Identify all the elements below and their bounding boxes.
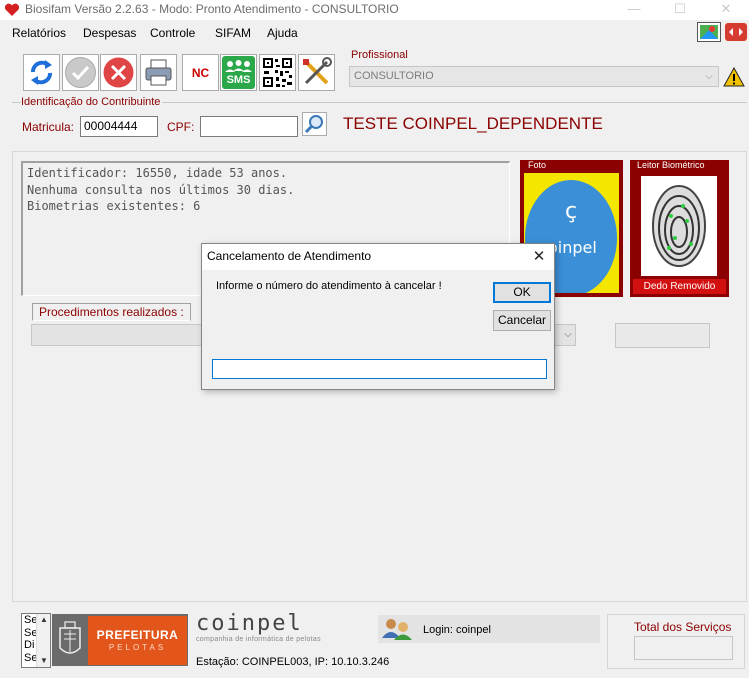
patient-name: TESTE COINPEL_DEPENDENTE [343, 114, 603, 133]
listbox-scrollbar[interactable]: ▲ ▼ [36, 614, 50, 667]
tools-button[interactable] [298, 54, 335, 91]
coinpel-subtitle: companhia de informática de pelotas [196, 636, 321, 643]
confirm-button[interactable] [62, 54, 99, 91]
profissional-label: Profissional [351, 49, 408, 61]
procedimentos-value-field[interactable] [615, 323, 710, 348]
chevron-down-icon[interactable]: ⌵ [700, 67, 718, 86]
cancel-icon [103, 57, 134, 88]
pelotas-text: PELOTAS [108, 643, 167, 652]
nc-label: NC [191, 65, 210, 80]
search-button[interactable] [302, 112, 327, 136]
fingerprint-icon [652, 185, 706, 267]
leitor-status: Dedo Removido [633, 279, 726, 294]
svg-text:ç: ç [565, 199, 577, 224]
fingerprint-image [641, 176, 717, 276]
dialog-title: Cancelamento de Atendimento [202, 244, 554, 270]
warning-icon[interactable] [723, 66, 745, 88]
cpf-input[interactable] [200, 116, 298, 137]
info-line: Biometrias existentes: 6 [27, 199, 201, 213]
close-window-button[interactable]: ✕ [703, 0, 749, 20]
users-icon [382, 619, 412, 640]
city-crest-icon [59, 621, 81, 654]
printer-icon [145, 59, 172, 86]
menu-relatorios[interactable]: Relatórios [12, 26, 66, 40]
matricula-input[interactable]: 00004444 [80, 116, 158, 137]
station-info: Estação: COINPEL003, IP: 10.10.3.246 [196, 656, 390, 668]
procedimentos-label: Procedimentos realizados : [32, 303, 191, 321]
qrcode-button[interactable] [259, 54, 296, 91]
minimize-button[interactable]: — [611, 0, 657, 20]
scroll-up-icon[interactable]: ▲ [37, 614, 51, 626]
coinpel-logo: coinpel [196, 611, 303, 636]
menu-controle[interactable]: Controle [150, 26, 195, 40]
leitor-label: Leitor Biométrico [635, 160, 707, 170]
dialog-close-icon[interactable]: ✕ [524, 244, 554, 270]
map-icon[interactable] [697, 22, 721, 42]
heart-icon [4, 3, 20, 16]
window-title: Biosifam Versão 2.2.63 - Modo: Pronto At… [25, 2, 399, 16]
ok-button[interactable]: OK [493, 282, 551, 303]
info-line: Nenhuma consulta nos últimos 30 dias. [27, 182, 295, 197]
info-line: Identificador: 16550, idade 53 anos. [27, 166, 288, 180]
dialog-message: Informe o número do atendimento à cancel… [216, 280, 442, 292]
identificacao-label: Identificação do Contribuinte [21, 96, 163, 108]
refresh-button[interactable] [23, 54, 60, 91]
exit-icon[interactable] [724, 22, 748, 42]
nc-icon: NC [183, 55, 218, 90]
foto-label: Foto [526, 160, 549, 170]
foto-logo-text: oinpel [548, 238, 597, 257]
cancel-dialog-button[interactable]: Cancelar [493, 310, 551, 331]
profissional-select[interactable]: CONSULTORIO [349, 66, 719, 87]
sms-label: SMS [226, 74, 251, 86]
menu-despesas[interactable]: Despesas [83, 26, 136, 40]
cancel-dialog: Cancelamento de Atendimento ✕ Informe o … [201, 243, 555, 390]
atendimento-number-input[interactable] [212, 359, 547, 379]
login-text: Login: coinpel [423, 624, 491, 636]
menu-sifam[interactable]: SIFAM [215, 26, 251, 40]
cancel-button[interactable] [100, 54, 137, 91]
prefeitura-text: PREFEITURA [96, 628, 179, 642]
sms-button[interactable]: SMS [220, 54, 257, 91]
total-value-field [634, 636, 733, 660]
menu-ajuda[interactable]: Ajuda [267, 26, 298, 40]
matricula-label: Matricula: [22, 120, 75, 134]
cpf-label: CPF: [167, 120, 195, 134]
scroll-down-icon[interactable]: ▼ [37, 655, 51, 667]
qrcode-icon [263, 58, 292, 87]
refresh-icon [31, 60, 52, 85]
nc-button[interactable]: NC [182, 54, 219, 91]
total-label: Total dos Serviços [634, 620, 732, 634]
maximize-button[interactable]: ☐ [657, 0, 703, 20]
search-icon [304, 115, 323, 134]
check-icon [65, 57, 96, 88]
print-button[interactable] [140, 54, 177, 91]
chevron-down-icon[interactable]: ⌵ [560, 325, 576, 345]
tools-icon [303, 57, 332, 85]
